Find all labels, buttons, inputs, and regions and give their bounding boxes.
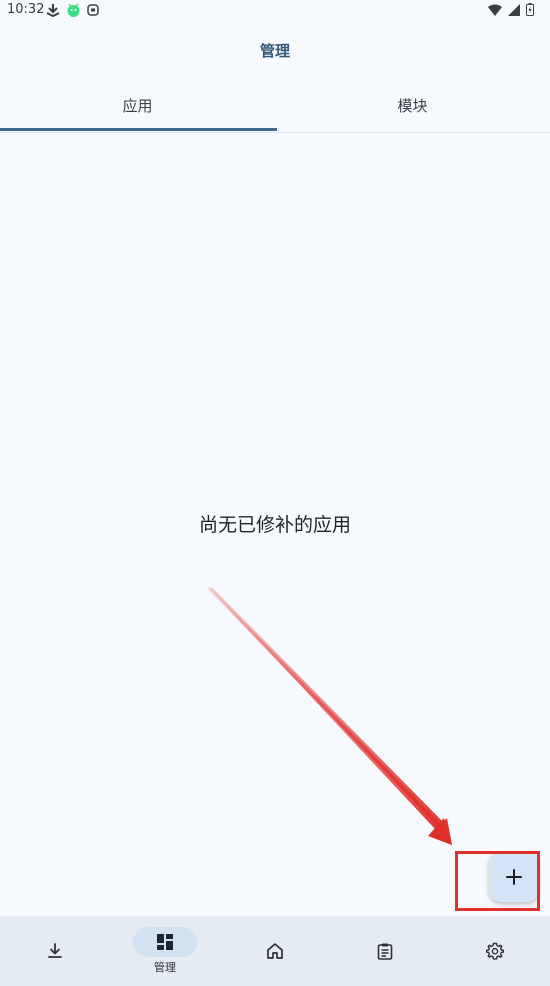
tab-indicator [0, 128, 277, 131]
nav-item-manage[interactable]: 管理 [110, 916, 220, 986]
nav-item-home[interactable] [220, 916, 330, 986]
empty-state-message: 尚无已修补的应用 [198, 514, 351, 536]
signal-icon [508, 3, 520, 16]
android-status-icon [67, 3, 80, 17]
download-status-icon [46, 4, 60, 17]
plus-icon [506, 869, 522, 885]
battery-icon [526, 3, 534, 16]
gear-icon [486, 942, 504, 960]
nav-pill [463, 936, 527, 966]
nav-pill [353, 936, 417, 966]
page-title: 管理 [259, 42, 290, 60]
nav-item-settings[interactable] [440, 916, 550, 986]
home-icon [267, 943, 283, 959]
wifi-icon [488, 4, 502, 16]
nav-pill [23, 936, 87, 966]
nav-item-logs[interactable] [330, 916, 440, 986]
dashboard-icon [157, 934, 173, 950]
annotation-arrow [208, 587, 452, 845]
app-status-icon [87, 4, 99, 16]
nav-label-manage: 管理 [154, 961, 176, 974]
tab-modules[interactable]: 模块 [275, 80, 550, 130]
status-bar: 10:32 [0, 0, 550, 22]
nav-pill [133, 927, 197, 957]
clipboard-icon [377, 943, 393, 960]
nav-item-download[interactable] [0, 916, 110, 986]
add-app-fab[interactable] [489, 852, 539, 902]
tab-apps[interactable]: 应用 [0, 80, 275, 130]
status-time: 10:32 [7, 2, 45, 17]
nav-pill [243, 936, 307, 966]
bottom-navigation: 管理 [0, 916, 550, 986]
download-icon [48, 943, 62, 958]
tab-bar: 应用 模块 [0, 80, 550, 133]
